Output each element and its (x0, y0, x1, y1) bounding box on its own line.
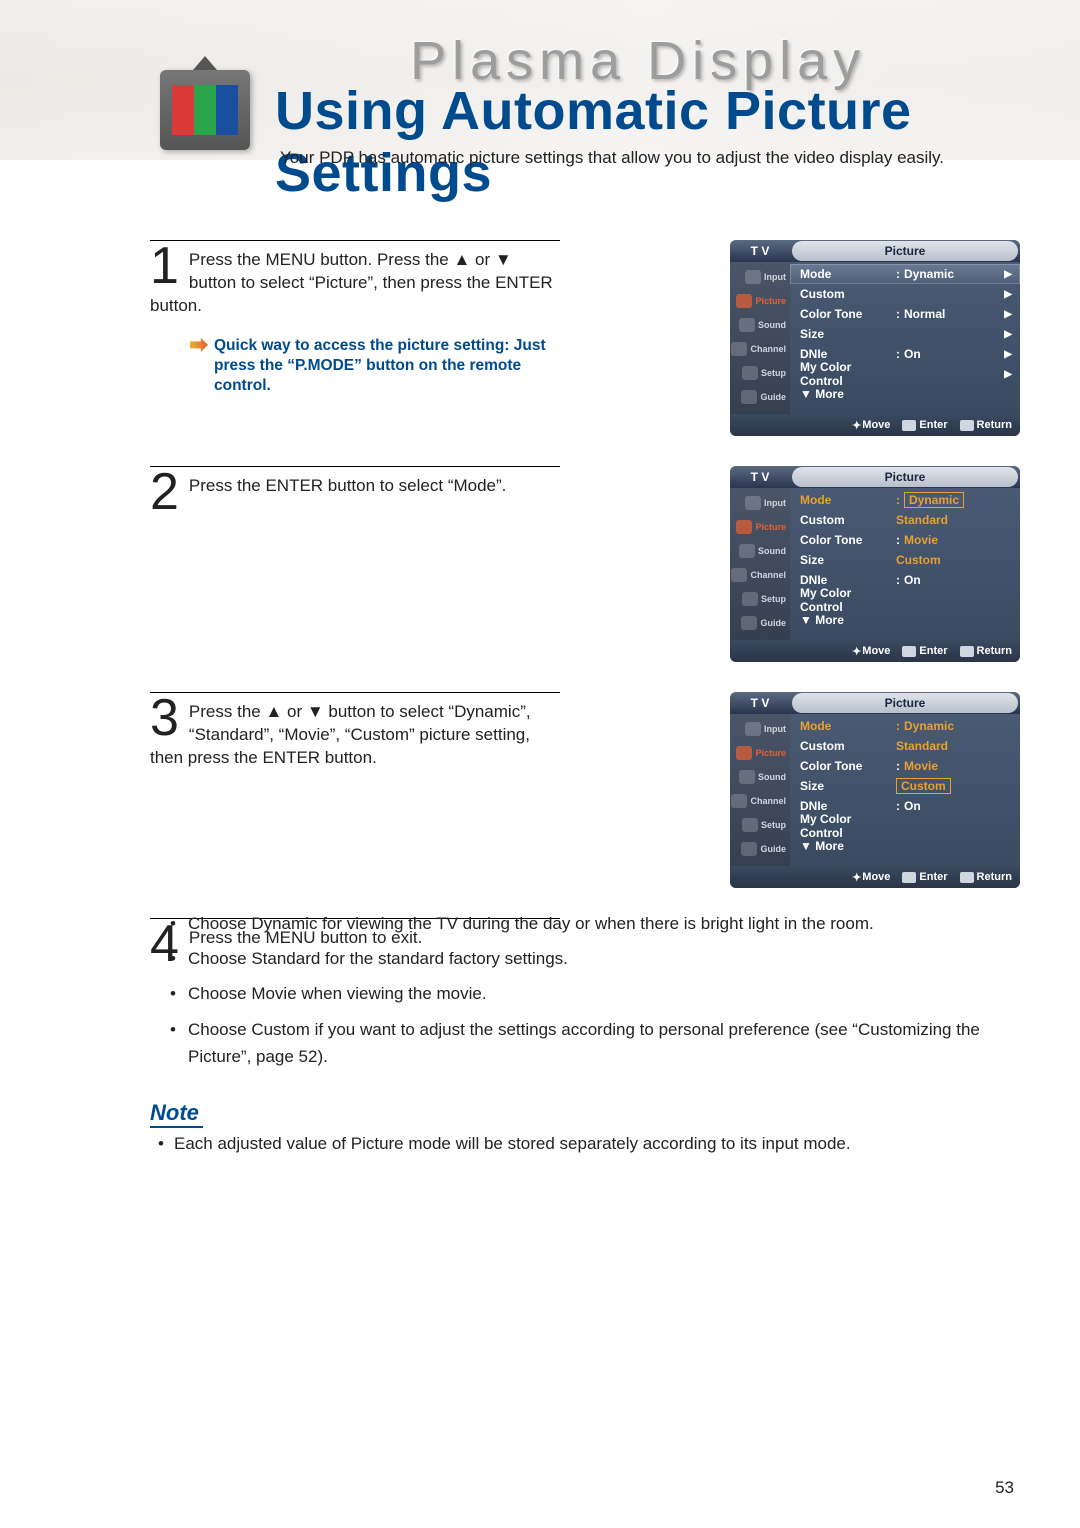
note-title: Note (150, 1100, 203, 1128)
step-text: Press the ENTER button to select “Mode”. (150, 471, 560, 498)
osd-tv-label: T V (730, 244, 790, 258)
page-number: 53 (995, 1478, 1014, 1498)
osd-screenshot-2: T V Picture Input Picture Sound Channel … (730, 466, 1020, 662)
osd-sidebar: Input Picture Sound Channel Setup Guide (730, 262, 790, 414)
bullet-item: Choose Dynamic for viewing the TV during… (170, 910, 1010, 937)
step-number: 1 (150, 243, 179, 290)
bullet-item: Choose Custom if you want to adjust the … (170, 1016, 1010, 1070)
step-text: Press the MENU button. Press the ▲ or ▼ … (150, 245, 560, 318)
intro-text: Your PDP has automatic picture settings … (280, 148, 944, 168)
osd-footer: ✦Move Enter Return (730, 414, 1020, 436)
step-text: Press the ▲ or ▼ button to select “Dynam… (150, 697, 560, 770)
note-item: Each adjusted value of Picture mode will… (150, 1134, 1010, 1154)
osd-section-tab: Picture (792, 241, 1018, 261)
page-title: Using Automatic Picture Settings (275, 80, 1080, 204)
bullet-item: Choose Standard for the standard factory… (170, 945, 1010, 972)
tv-icon (160, 70, 250, 150)
tip-arrow-icon (190, 338, 208, 352)
osd-screenshot-3: T V Picture Input Picture Sound Channel … (730, 692, 1020, 888)
tip-text: Quick way to access the picture setting:… (214, 336, 560, 396)
note-list: Each adjusted value of Picture mode will… (150, 1134, 1010, 1154)
osd-screenshot-1: T V Picture Input Picture Sound Channel … (730, 240, 1020, 436)
step-number: 2 (150, 469, 179, 516)
bullet-list: Choose Dynamic for viewing the TV during… (170, 910, 1010, 1078)
bullet-item: Choose Movie when viewing the movie. (170, 980, 1010, 1007)
step-number: 3 (150, 695, 179, 742)
